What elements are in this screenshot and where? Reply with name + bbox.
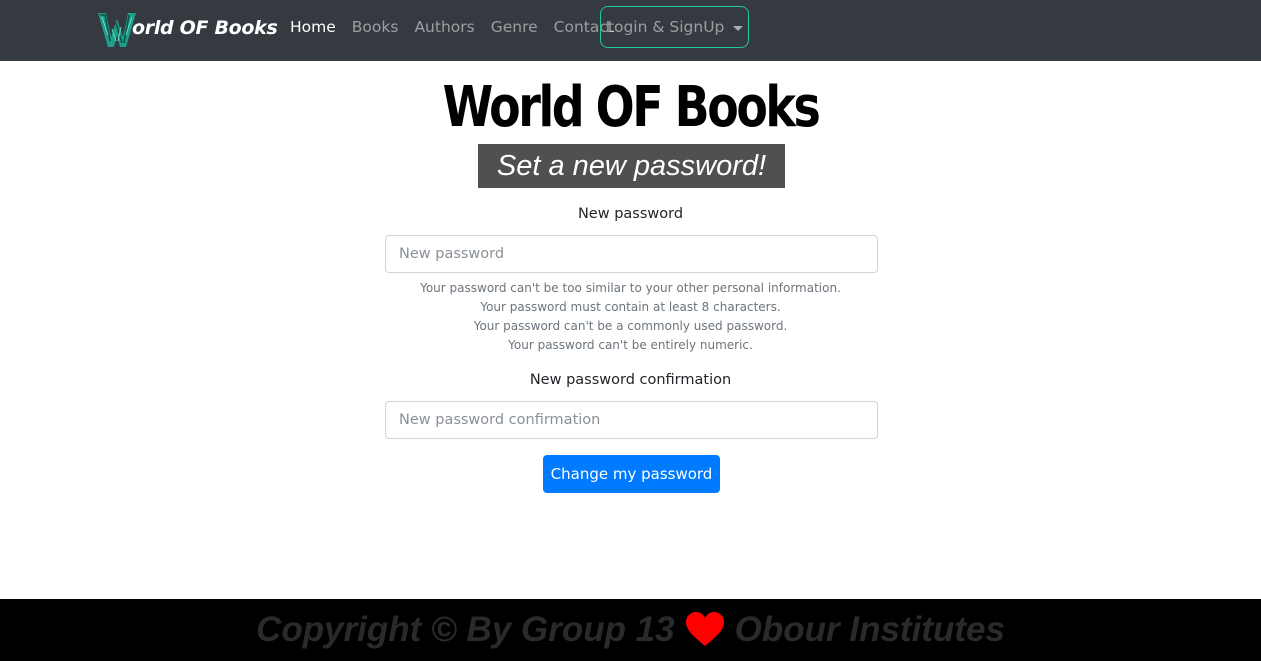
- copyright-prefix: Copyright © By Group 13: [256, 610, 675, 649]
- new-password-input[interactable]: [385, 235, 878, 273]
- brand-link[interactable]: orld OF Books: [96, 6, 278, 50]
- nav-home[interactable]: Home: [282, 18, 344, 36]
- navbar: orld OF Books Home Books Authors Genre C…: [0, 0, 1261, 61]
- nav-authors[interactable]: Authors: [406, 18, 482, 36]
- new-password-label: New password: [577, 206, 684, 222]
- login-signup-label: Login & SignUp: [605, 18, 725, 36]
- caret-down-icon: [733, 25, 744, 31]
- copyright-text: Copyright © By Group 13 Obour Institutes: [256, 610, 1005, 650]
- nav-books[interactable]: Books: [344, 18, 407, 36]
- nav-links: Home Books Authors Genre Contact: [282, 0, 622, 54]
- subtitle: Set a new password!: [496, 149, 767, 182]
- nav-genre[interactable]: Genre: [483, 18, 546, 36]
- copyright-suffix: Obour Institutes: [734, 610, 1005, 649]
- change-password-button[interactable]: Change my password: [543, 455, 720, 493]
- page-title: World OF Books: [442, 75, 821, 140]
- help-line: Your password can't be entirely numeric.: [508, 338, 753, 352]
- login-signup-dropdown[interactable]: Login & SignUp: [600, 6, 749, 48]
- subtitle-banner: Set a new password!: [478, 144, 785, 188]
- confirm-password-label: New password confirmation: [529, 372, 732, 388]
- password-help-text: Your password can't be too similar to yo…: [0, 279, 1261, 355]
- confirm-password-input[interactable]: [385, 401, 878, 439]
- footer: Copyright © By Group 13 Obour Institutes: [0, 599, 1261, 661]
- help-line: Your password must contain at least 8 ch…: [480, 300, 781, 314]
- help-line: Your password can't be a commonly used p…: [473, 319, 788, 333]
- help-line: Your password can't be too similar to yo…: [420, 281, 841, 295]
- brand-name: orld OF Books: [132, 17, 278, 39]
- heart-icon: [685, 612, 724, 646]
